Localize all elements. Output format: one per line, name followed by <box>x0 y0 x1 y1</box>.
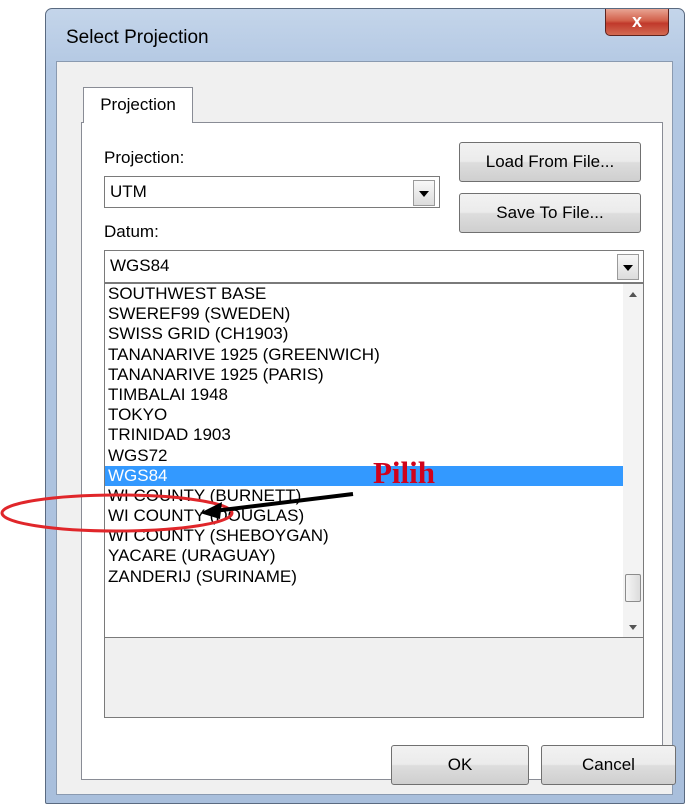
highlight-ellipse <box>0 493 234 533</box>
arrow-line <box>213 492 354 513</box>
arrow-head-icon <box>200 502 222 519</box>
tab-projection[interactable]: Projection <box>83 87 193 123</box>
